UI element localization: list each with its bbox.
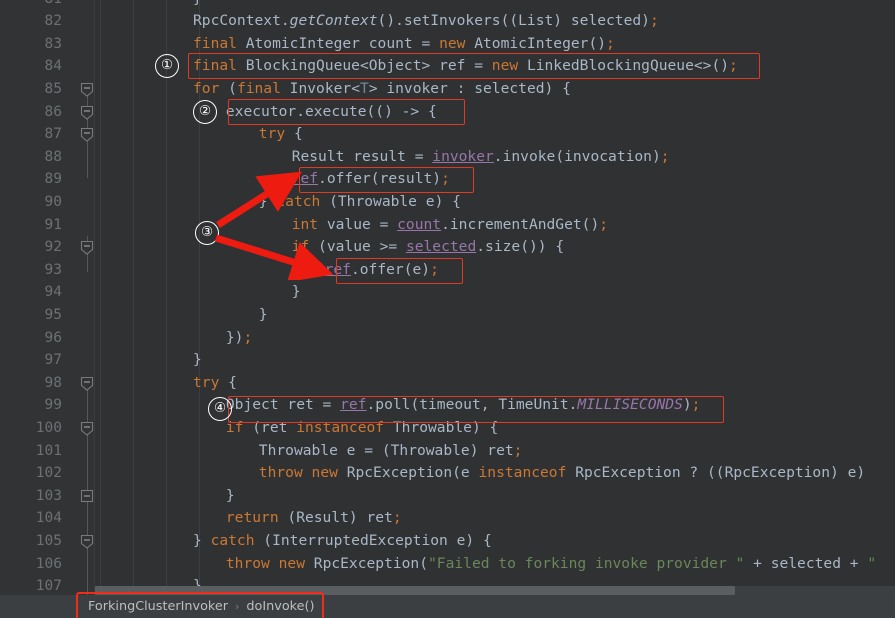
line-number: 97 — [44, 352, 62, 369]
code-line[interactable]: } — [95, 0, 895, 10]
line-number: 88 — [44, 148, 62, 165]
code-line[interactable]: throw new RpcException("Failed to forkin… — [95, 553, 895, 576]
code-line[interactable]: Result result = invoker.invoke(invocatio… — [95, 146, 895, 169]
code-line[interactable]: return (Result) ret; — [95, 507, 895, 530]
code-line-text: ref.offer(result); — [291, 170, 450, 188]
code-line-text: if (value >= selected.size()) { — [291, 238, 565, 256]
line-number: 94 — [44, 284, 62, 301]
code-line-text: }); — [225, 328, 253, 346]
code-line[interactable]: final AtomicInteger count = new AtomicIn… — [95, 33, 895, 56]
code-line-text: ref.offer(e); — [324, 260, 439, 278]
code-line[interactable]: throw new RpcException(e instanceof RpcE… — [95, 462, 895, 485]
marker-1: ① — [155, 54, 179, 78]
code-line-text: } — [291, 283, 301, 301]
line-number: 83 — [44, 35, 62, 52]
code-line-text: throw new RpcException("Failed to forkin… — [225, 554, 877, 572]
code-line[interactable]: ref.offer(result); — [95, 168, 895, 191]
code-line[interactable]: } — [95, 349, 895, 372]
line-number: 96 — [44, 329, 62, 346]
line-number: 89 — [44, 171, 62, 188]
line-number: 102 — [35, 465, 62, 482]
code-line-text: final AtomicInteger count = new AtomicIn… — [193, 34, 615, 52]
code-line[interactable]: Throwable e = (Throwable) ret; — [95, 440, 895, 463]
code-line[interactable]: for (final Invoker<T> invoker : selected… — [95, 78, 895, 101]
ide-editor-window: 81 82 83 84 85 86 87 88 89 90 91 92 93 94 95 96 97 98 99 10… — [0, 0, 895, 618]
line-number: 90 — [44, 193, 62, 210]
highlight-box-breadcrumb — [76, 592, 324, 618]
code-line-text: Result result = invoker.invoke(invocatio… — [291, 147, 670, 165]
line-number: 93 — [44, 261, 62, 278]
line-number: 85 — [44, 80, 62, 97]
code-line[interactable]: } — [95, 485, 895, 508]
code-line-text: return (Result) ret; — [225, 509, 402, 527]
code-line[interactable]: try { — [95, 372, 895, 395]
code-line-text: } — [225, 486, 235, 504]
code-line-text: Object ret = ref.poll(timeout, TimeUnit.… — [225, 396, 701, 414]
line-number: 100 — [35, 419, 62, 436]
code-line[interactable]: ref.offer(e); — [95, 259, 895, 282]
line-number: 92 — [44, 239, 62, 256]
fold-toggle-icon[interactable] — [80, 534, 95, 557]
fold-toggle-icon[interactable] — [80, 127, 95, 150]
line-number: 95 — [44, 306, 62, 323]
code-line[interactable]: } — [95, 281, 895, 304]
code-line-text: for (final Invoker<T> invoker : selected… — [193, 79, 571, 97]
code-line[interactable]: }); — [95, 327, 895, 350]
code-line-text: executor.execute(() -> { — [225, 102, 437, 120]
code-line-text: } catch (InterruptedException e) { — [193, 531, 492, 549]
code-line-text: try { — [258, 125, 303, 143]
code-line[interactable]: try { — [95, 123, 895, 146]
code-line[interactable]: final BlockingQueue<Object> ref = new Li… — [95, 55, 895, 78]
code-line-text: } — [95, 0, 202, 10]
code-line-text: throw new RpcException(e instanceof RpcE… — [258, 464, 866, 482]
code-line-text: } — [193, 351, 202, 369]
marker-2: ② — [193, 100, 217, 124]
marker-3: ③ — [195, 221, 219, 245]
fold-toggle-icon[interactable] — [80, 82, 95, 105]
code-line[interactable]: } catch (Throwable e) { — [95, 191, 895, 214]
fold-toggle-icon[interactable] — [80, 240, 95, 263]
line-number: 106 — [35, 555, 62, 572]
code-line[interactable]: } catch (InterruptedException e) { — [95, 530, 895, 553]
fold-toggle-icon[interactable] — [80, 105, 95, 128]
marker-4: ④ — [208, 397, 232, 421]
code-line-text: } catch (Throwable e) { — [258, 192, 461, 210]
line-number: 101 — [35, 442, 62, 459]
code-area[interactable]: } RpcContext.getContext().setInvokers((Li… — [95, 0, 895, 595]
line-number: 86 — [44, 103, 62, 120]
fold-toggle-icon[interactable] — [80, 489, 95, 512]
line-number: 82 — [44, 13, 62, 30]
code-line-text: RpcContext.getContext().setInvokers((Lis… — [193, 12, 659, 30]
line-number: 87 — [44, 126, 62, 143]
code-line-text: int value = count.incrementAndGet(); — [291, 215, 609, 233]
line-number: 84 — [44, 58, 62, 75]
code-line[interactable]: } — [95, 304, 895, 327]
line-number: 99 — [44, 397, 62, 414]
line-number: 91 — [44, 216, 62, 233]
code-line[interactable]: RpcContext.getContext().setInvokers((Lis… — [95, 10, 895, 33]
line-number: 104 — [35, 510, 62, 527]
code-line-text: } — [258, 305, 268, 323]
fold-toggle-icon[interactable] — [80, 421, 95, 444]
line-number: 105 — [35, 532, 62, 549]
code-line-text: if (ret instanceof Throwable) { — [225, 418, 499, 436]
line-number: 103 — [35, 487, 62, 504]
code-line-text: Throwable e = (Throwable) ret; — [258, 441, 523, 459]
code-line-text: try { — [193, 373, 237, 391]
line-number: 81 — [0, 0, 62, 10]
code-line-text: final BlockingQueue<Object> ref = new Li… — [193, 57, 738, 75]
fold-toggle-icon[interactable] — [80, 376, 95, 399]
line-number: 98 — [44, 374, 62, 391]
